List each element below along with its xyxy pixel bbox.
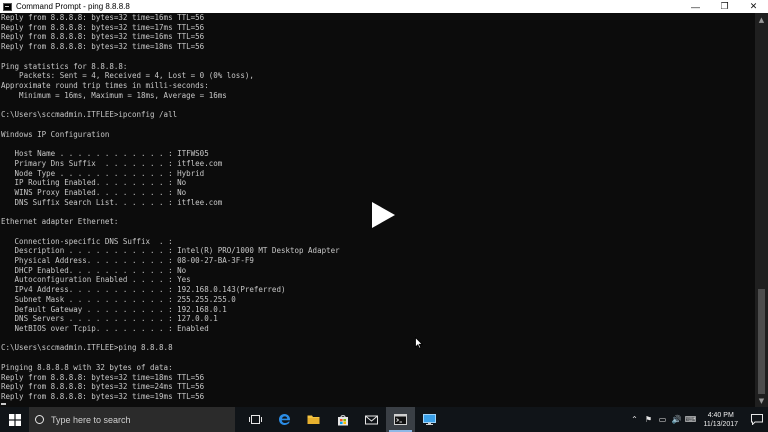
- console-line: Node Type . . . . . . . . . . . . : Hybr…: [1, 168, 205, 178]
- keyboard-icon[interactable]: ⌨: [684, 407, 697, 432]
- notification-icon: [751, 414, 763, 425]
- vertical-scrollbar[interactable]: ▲ ▼: [755, 13, 768, 407]
- command-prompt-icon: [3, 2, 12, 11]
- remote-desktop-taskbar-button[interactable]: [415, 407, 444, 432]
- mail-taskbar-button[interactable]: [357, 407, 386, 432]
- console-line: Minimum = 16ms, Maximum = 18ms, Average …: [1, 90, 227, 100]
- close-button[interactable]: ✕: [739, 0, 768, 13]
- console-line: Autoconfiguration Enabled . . . . : Yes: [1, 275, 191, 285]
- windows-logo-icon: [8, 413, 21, 426]
- taskbar-clock[interactable]: 4:40 PM 11/13/2017: [703, 411, 738, 429]
- window-title: Command Prompt - ping 8.8.8.8: [16, 2, 130, 11]
- clock-date: 11/13/2017: [703, 420, 738, 428]
- console-line: Default Gateway . . . . . . . . . : 192.…: [1, 304, 227, 314]
- console-line: Reply from 8.8.8.8: bytes=32 time=19ms T…: [1, 392, 205, 402]
- taskbar: Type here to search ⌃ ⚑ ▭ 🔊 ⌨ 4:40 PM 11…: [0, 407, 768, 432]
- scroll-up-arrow-icon[interactable]: ▲: [755, 13, 768, 26]
- console-line: Host Name . . . . . . . . . . . . : ITFW…: [1, 149, 209, 159]
- store-bag-icon: [337, 414, 348, 425]
- search-placeholder: Type here to search: [51, 414, 131, 425]
- console-line: Reply from 8.8.8.8: bytes=32 time=18ms T…: [1, 372, 205, 382]
- system-tray: ⌃ ⚑ ▭ 🔊 ⌨ 4:40 PM 11/13/2017: [627, 407, 768, 432]
- start-button[interactable]: [0, 407, 29, 432]
- console-line: Reply from 8.8.8.8: bytes=32 time=17ms T…: [1, 22, 205, 32]
- cortana-circle-icon: [35, 415, 44, 424]
- console-line: Approximate round trip times in milli-se…: [1, 81, 209, 91]
- volume-icon[interactable]: 🔊: [670, 407, 682, 432]
- edge-browser-icon: [279, 414, 291, 425]
- console-line: Packets: Sent = 4, Received = 4, Lost = …: [1, 71, 254, 81]
- minimize-button[interactable]: —: [681, 0, 710, 13]
- console-line: NetBIOS over Tcpip. . . . . . . . : Enab…: [1, 324, 209, 333]
- store-taskbar-button[interactable]: [328, 407, 357, 432]
- console-line: DHCP Enabled. . . . . . . . . . . : No: [1, 265, 187, 275]
- scrollbar-thumb[interactable]: [758, 289, 765, 394]
- console-line: IPv4 Address. . . . . . . . . . . : 192.…: [1, 285, 286, 295]
- window-titlebar[interactable]: Command Prompt - ping 8.8.8.8 — ❐ ✕: [0, 0, 768, 13]
- video-play-icon[interactable]: [372, 202, 395, 228]
- remote-desktop-icon: [423, 414, 436, 425]
- console-line: Reply from 8.8.8.8: bytes=32 time=16ms T…: [1, 32, 205, 42]
- console-line: Description . . . . . . . . . . . : Inte…: [1, 246, 340, 256]
- console-line: Reply from 8.8.8.8: bytes=32 time=24ms T…: [1, 382, 205, 392]
- console-line: Pinging 8.8.8.8 with 32 bytes of data:: [1, 362, 173, 372]
- edge-taskbar-button[interactable]: [270, 407, 299, 432]
- console-line: Windows IP Configuration: [1, 129, 110, 139]
- console-line: Connection-specific DNS Suffix . :: [1, 236, 173, 246]
- console-line: Primary Dns Suffix . . . . . . . : itfle…: [1, 158, 223, 168]
- file-explorer-taskbar-button[interactable]: [299, 407, 328, 432]
- action-flag-icon[interactable]: ⚑: [642, 407, 654, 432]
- taskbar-search-box[interactable]: Type here to search: [29, 407, 235, 432]
- folder-icon: [307, 415, 320, 424]
- task-view-button[interactable]: [241, 407, 270, 432]
- scroll-down-arrow-icon[interactable]: ▼: [755, 394, 768, 407]
- console-line: Subnet Mask . . . . . . . . . . . : 255.…: [1, 294, 236, 304]
- mail-envelope-icon: [365, 415, 378, 424]
- mouse-pointer-icon: [415, 337, 423, 349]
- command-prompt-taskbar-button[interactable]: [386, 407, 415, 432]
- console-line: C:\Users\sccmadmin.ITFLEE>ipconfig /all: [1, 110, 178, 120]
- text-cursor: [1, 403, 6, 405]
- tray-overflow-chevron-icon[interactable]: ⌃: [628, 407, 640, 432]
- console-line: Physical Address. . . . . . . . . : 08-0…: [1, 255, 254, 265]
- maximize-button[interactable]: ❐: [710, 0, 739, 13]
- console-line: C:\Users\sccmadmin.ITFLEE>ping 8.8.8.8: [1, 343, 173, 353]
- console-line: Reply from 8.8.8.8: bytes=32 time=18ms T…: [1, 42, 205, 52]
- console-line: DNS Servers . . . . . . . . . . . : 127.…: [1, 314, 218, 324]
- action-center-button[interactable]: [746, 407, 768, 432]
- console-line: Reply from 8.8.8.8: bytes=32 time=16ms T…: [1, 13, 205, 22]
- command-prompt-icon: [394, 414, 407, 425]
- network-icon[interactable]: ▭: [656, 407, 668, 432]
- clock-time: 4:40 PM: [707, 411, 734, 419]
- task-view-icon: [249, 415, 262, 424]
- console-line: Ping statistics for 8.8.8.8:: [1, 61, 128, 71]
- console-line: IP Routing Enabled. . . . . . . . : No: [1, 178, 187, 188]
- console-line: WINS Proxy Enabled. . . . . . . . : No: [1, 187, 187, 197]
